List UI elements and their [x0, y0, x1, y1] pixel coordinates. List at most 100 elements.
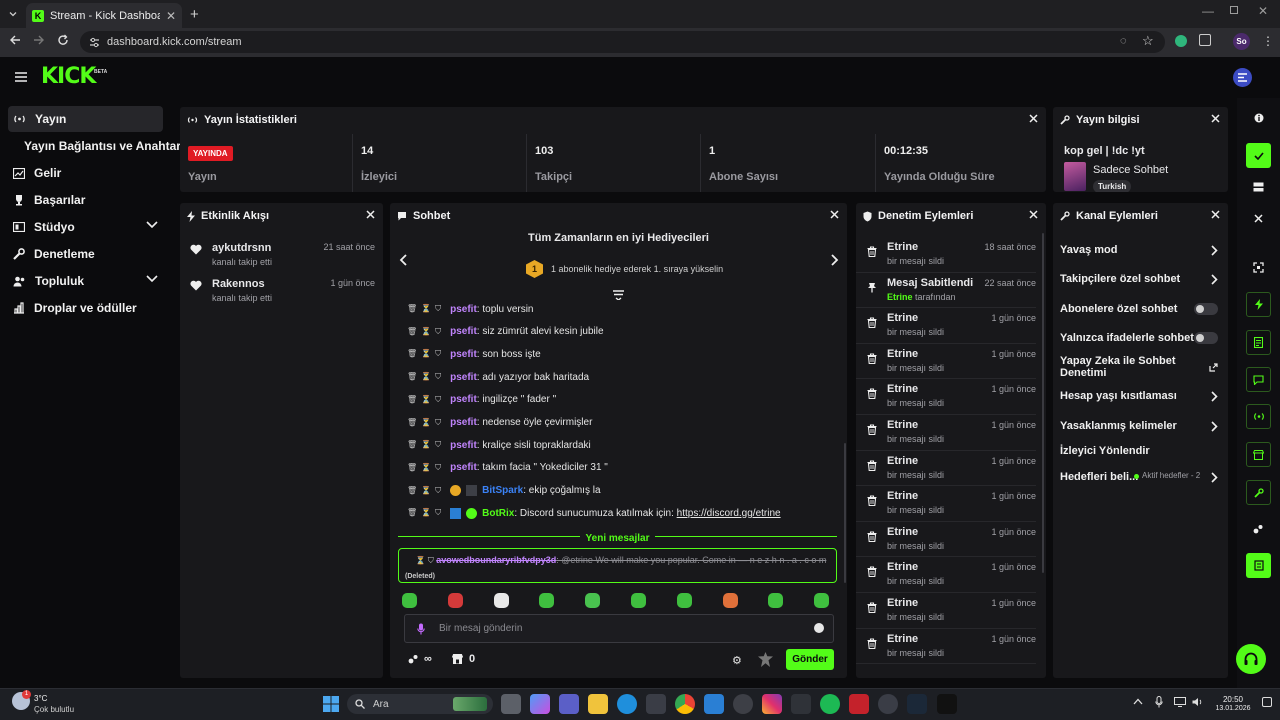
info-icon[interactable]	[1246, 105, 1271, 130]
chat-username[interactable]: psefit	[450, 417, 477, 428]
chevron-up-icon[interactable]	[1133, 698, 1143, 705]
moderation-scrollbar[interactable]	[1042, 233, 1044, 573]
category-name[interactable]: Sadece Sohbet	[1093, 164, 1168, 176]
checkmark-icon[interactable]	[1246, 143, 1271, 168]
browser-menu-icon[interactable]: ⋮	[1262, 34, 1274, 48]
steam-icon[interactable]	[907, 694, 927, 714]
weather-temp[interactable]: 3°C	[34, 694, 47, 703]
address-bar[interactable]: dashboard.kick.com/stream	[80, 31, 1165, 53]
taskbar-search[interactable]: Ara	[347, 694, 493, 714]
moderator-actions-icon[interactable]: 🗑⏳⛉	[407, 486, 445, 496]
sidebar-item-community[interactable]: Topluluk	[8, 268, 163, 294]
close-icon[interactable]	[366, 210, 375, 219]
close-icon[interactable]	[1029, 114, 1038, 123]
ai-moderation-row[interactable]: Yapay Zeka ile Sohbet Denetimi	[1060, 355, 1218, 379]
new-tab-icon[interactable]: +	[190, 6, 199, 23]
sidebar-item-revenue[interactable]: Gelir	[8, 160, 163, 186]
obs-icon[interactable]	[878, 694, 898, 714]
chat-bubble-icon[interactable]	[1246, 367, 1271, 392]
chevron-right-icon[interactable]	[831, 254, 839, 266]
microphone-icon[interactable]	[1155, 696, 1163, 708]
tab-close-icon[interactable]: ✕	[166, 9, 176, 23]
emote-icon[interactable]	[402, 593, 417, 608]
vscode-icon[interactable]	[704, 694, 724, 714]
moderator-actions-icon[interactable]: ⏳ ⛉	[416, 556, 434, 565]
extensions-puzzle-icon[interactable]	[1199, 34, 1211, 46]
emote-icon[interactable]	[814, 593, 830, 608]
teams-icon[interactable]	[559, 694, 579, 714]
support-headset-icon[interactable]	[1236, 644, 1266, 674]
sidebar-item-moderation[interactable]: Denetleme	[8, 241, 163, 267]
moderator-actions-icon[interactable]: 🗑⏳⛉	[407, 508, 445, 518]
deleted-user[interactable]: avowedboundaryribfvdpy3d	[436, 555, 556, 565]
activity-box-icon[interactable]	[1246, 553, 1271, 578]
stream-title[interactable]: kop gel | !dc !yt	[1064, 145, 1145, 157]
emote-icon[interactable]	[768, 593, 784, 608]
points-icon[interactable]	[1246, 516, 1271, 541]
close-icon[interactable]	[1211, 114, 1220, 123]
app-icon[interactable]	[937, 694, 957, 714]
user-avatar[interactable]	[1233, 68, 1252, 87]
site-info-icon[interactable]	[89, 37, 100, 48]
moderator-actions-icon[interactable]: 🗑⏳⛉	[407, 372, 445, 382]
unity-icon[interactable]	[733, 694, 753, 714]
volume-icon[interactable]	[1192, 697, 1204, 707]
profile-avatar[interactable]: So	[1233, 33, 1250, 50]
bookmark-star-icon[interactable]: ☆	[1142, 33, 1154, 49]
network-icon[interactable]	[1174, 697, 1186, 707]
lightning-icon[interactable]	[1246, 292, 1271, 317]
emote-icon[interactable]	[585, 593, 601, 608]
emote-icon[interactable]	[722, 593, 738, 608]
activity-user[interactable]: aykutdrsnn	[212, 242, 271, 254]
store-icon[interactable]	[1246, 442, 1271, 467]
fullscreen-icon[interactable]	[1246, 255, 1271, 280]
chat-username[interactable]: BotRix	[482, 508, 514, 519]
moderator-actions-icon[interactable]: 🗑⏳⛉	[407, 349, 445, 359]
windows-start-icon[interactable]	[323, 696, 339, 712]
chat-scrollbar[interactable]	[844, 443, 846, 583]
emote-icon[interactable]	[631, 593, 646, 608]
chat-username[interactable]: BitSpark	[482, 485, 523, 496]
sidebar-item-achievements[interactable]: Başarılar	[8, 187, 163, 213]
notifications-icon[interactable]	[1262, 697, 1272, 707]
layout-icon[interactable]	[1246, 174, 1271, 199]
tab-list-icon[interactable]	[6, 7, 20, 21]
chat-username[interactable]: psefit	[450, 394, 477, 405]
edge-icon[interactable]	[617, 694, 637, 714]
shop-counter[interactable]: 0	[452, 653, 475, 665]
goals-row[interactable]: Hedefleri beli... Aktif hedefler - 2	[1060, 467, 1218, 487]
window-close-icon[interactable]: ✕	[1258, 4, 1268, 18]
slow-mode-row[interactable]: Yavaş mod	[1060, 240, 1218, 260]
minimize-icon[interactable]: —	[1202, 4, 1214, 18]
back-icon[interactable]	[9, 34, 21, 46]
spotify-icon[interactable]	[820, 694, 840, 714]
clock-date[interactable]: 13.01.2026	[1212, 705, 1254, 712]
copilot-icon[interactable]	[530, 694, 550, 714]
chat-link[interactable]: https://discord.gg/etrine	[677, 508, 781, 519]
wrench-icon[interactable]	[1246, 480, 1271, 505]
sidebar-item-drops[interactable]: Droplar ve ödüller	[8, 295, 163, 321]
emote-icon[interactable]	[493, 593, 509, 608]
hamburger-menu-icon[interactable]	[15, 72, 27, 82]
moderator-actions-icon[interactable]: 🗑⏳⛉	[407, 304, 445, 314]
extension-icon[interactable]	[1175, 35, 1187, 47]
app-icon[interactable]	[791, 694, 811, 714]
close-icon[interactable]	[830, 210, 839, 219]
chat-username[interactable]: psefit	[450, 440, 477, 451]
moderator-actions-icon[interactable]: 🗑⏳⛉	[407, 418, 445, 428]
kick-logo[interactable]: KICK	[41, 64, 96, 89]
chat-username[interactable]: psefit	[450, 462, 477, 473]
app-icon[interactable]	[849, 694, 869, 714]
moderator-actions-icon[interactable]: 🗑⏳⛉	[407, 395, 445, 405]
reload-icon[interactable]	[57, 34, 69, 46]
activity-user[interactable]: Rakennos	[212, 278, 265, 290]
tab-kick-dashboard[interactable]: K Stream - Kick Dashboard ✕	[26, 3, 182, 28]
task-view-icon[interactable]	[501, 694, 521, 714]
chat-username[interactable]: psefit	[450, 372, 477, 383]
clock-time[interactable]: 20:50	[1212, 695, 1254, 704]
chrome-icon[interactable]	[675, 694, 695, 714]
chevron-left-icon[interactable]	[399, 254, 407, 266]
emote-icon[interactable]	[539, 593, 555, 608]
moderator-actions-icon[interactable]: 🗑⏳⛉	[407, 463, 445, 473]
broadcast-icon[interactable]	[1246, 404, 1271, 429]
